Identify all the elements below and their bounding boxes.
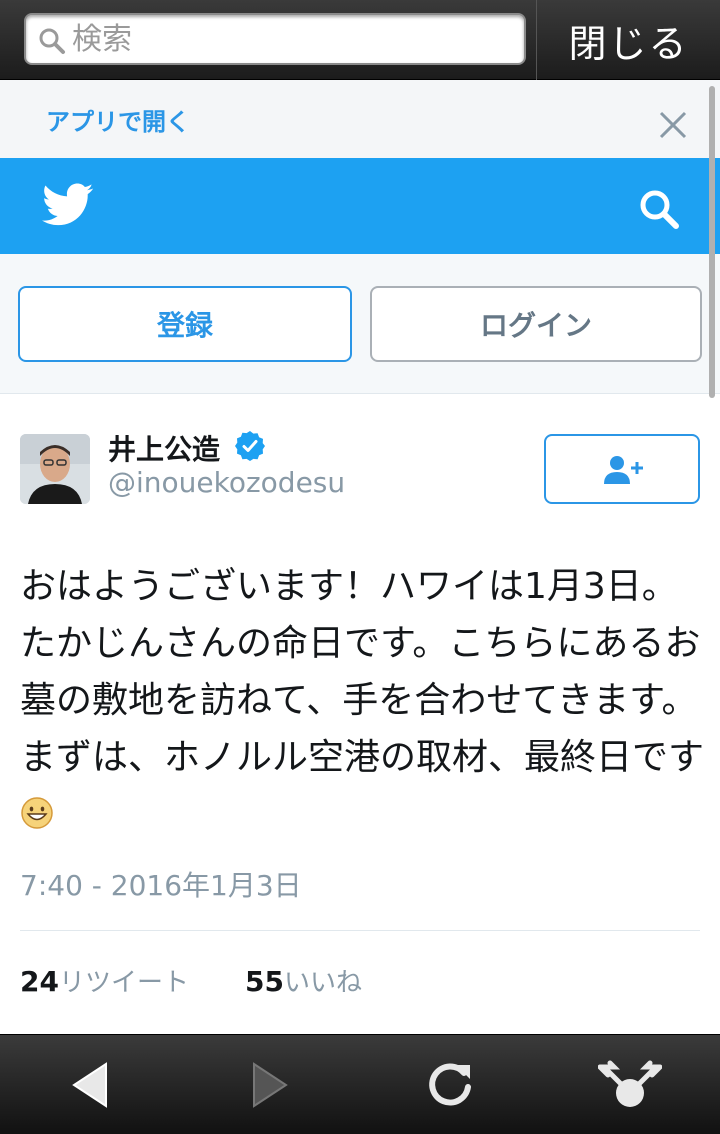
browser-search-box[interactable] (24, 13, 526, 65)
grinning-face-icon (21, 797, 53, 829)
retweet-stat[interactable]: 24リツイート (20, 965, 189, 998)
retweet-label: リツイート (58, 968, 189, 998)
user-handle[interactable]: @inouekozodesu (108, 466, 345, 499)
browser-bottom-bar (0, 1034, 720, 1134)
tweet-timestamp[interactable]: 7:40 - 2016年1月3日 (20, 864, 302, 904)
share-button[interactable] (540, 1035, 720, 1134)
user-display-name[interactable]: 井上公造 (108, 428, 220, 468)
tweet-stats: 24リツイート 55いいね (20, 962, 362, 999)
like-stat[interactable]: 55いいね (244, 965, 362, 998)
retweet-count: 24 (20, 965, 59, 998)
avatar-image (20, 434, 90, 504)
search-icon (39, 28, 65, 54)
forward-arrow-icon (253, 1062, 288, 1108)
close-icon[interactable] (656, 108, 690, 142)
twitter-header (0, 158, 720, 254)
twitter-search-icon[interactable] (636, 186, 682, 232)
scrollbar[interactable] (709, 86, 715, 398)
tweet-card: 井上公造 @inouekozodesu おはようございます！ハワイは1月3日。た… (0, 394, 720, 1034)
auth-area: 登録 ログイン (0, 254, 720, 394)
follow-button[interactable] (544, 434, 700, 504)
avatar[interactable] (20, 434, 90, 504)
verified-badge-icon (235, 431, 265, 461)
back-arrow-icon (72, 1062, 107, 1108)
reload-button[interactable] (360, 1035, 540, 1134)
open-in-app-link[interactable]: アプリで開く (46, 102, 190, 137)
tweet-body: おはようございます！ハワイは1月3日。たかじんさんの命日です。こちらにあるお墓の… (20, 566, 705, 778)
like-label: いいね (283, 968, 362, 998)
tweet-text: おはようございます！ハワイは1月3日。たかじんさんの命日です。こちらにあるお墓の… (20, 558, 710, 843)
like-count: 55 (244, 965, 284, 998)
share-icon (598, 1060, 662, 1107)
login-button[interactable]: ログイン (370, 286, 702, 362)
browser-top-bar: 閉じる (0, 0, 720, 80)
reload-icon (429, 1063, 471, 1106)
forward-button[interactable] (180, 1035, 360, 1134)
divider (20, 930, 700, 931)
back-button[interactable] (0, 1035, 180, 1134)
open-in-app-banner: アプリで開く (0, 80, 720, 158)
browser-search-input[interactable] (72, 19, 512, 59)
twitter-bird-icon[interactable] (42, 182, 94, 228)
follow-user-icon (604, 456, 643, 484)
signup-button[interactable]: 登録 (18, 286, 352, 362)
browser-close-button[interactable]: 閉じる (536, 0, 720, 80)
